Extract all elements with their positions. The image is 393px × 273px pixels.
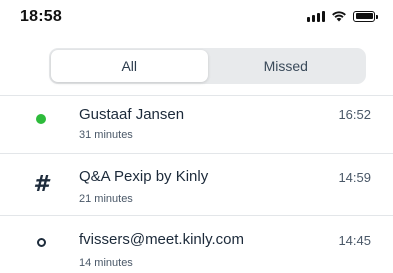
- call-row-qa-pexip[interactable]: # Q&A Pexip by Kinly 21 minutes 14:59: [0, 154, 393, 210]
- call-time: 16:52: [338, 107, 371, 122]
- call-name: Gustaaf Jansen: [79, 106, 185, 123]
- offline-status-ring-icon: [26, 227, 56, 257]
- tab-missed[interactable]: Missed: [208, 50, 365, 82]
- call-duration: 21 minutes: [79, 193, 133, 205]
- wifi-icon: [332, 11, 346, 22]
- call-filter-segmented-control: All Missed: [49, 48, 366, 84]
- call-name: Q&A Pexip by Kinly: [79, 168, 209, 185]
- call-row-gustaaf-jansen[interactable]: Gustaaf Jansen 31 minutes 16:52: [0, 96, 393, 152]
- call-time: 14:59: [338, 170, 371, 185]
- status-icons: [307, 10, 378, 22]
- online-status-dot-icon: [26, 104, 56, 134]
- battery-icon: [353, 10, 378, 22]
- call-row-fvissers[interactable]: fvissers@meet.kinly.com 14 minutes 14:45: [0, 216, 393, 272]
- signal-icon: [307, 10, 325, 22]
- hash-room-icon: #: [33, 171, 49, 197]
- call-time: 14:45: [338, 233, 371, 248]
- status-bar: 18:58: [0, 0, 393, 44]
- call-duration: 31 minutes: [79, 129, 133, 141]
- call-name: fvissers@meet.kinly.com: [79, 231, 244, 248]
- call-duration: 14 minutes: [79, 257, 133, 269]
- status-time: 18:58: [20, 8, 62, 25]
- tab-all[interactable]: All: [51, 50, 208, 82]
